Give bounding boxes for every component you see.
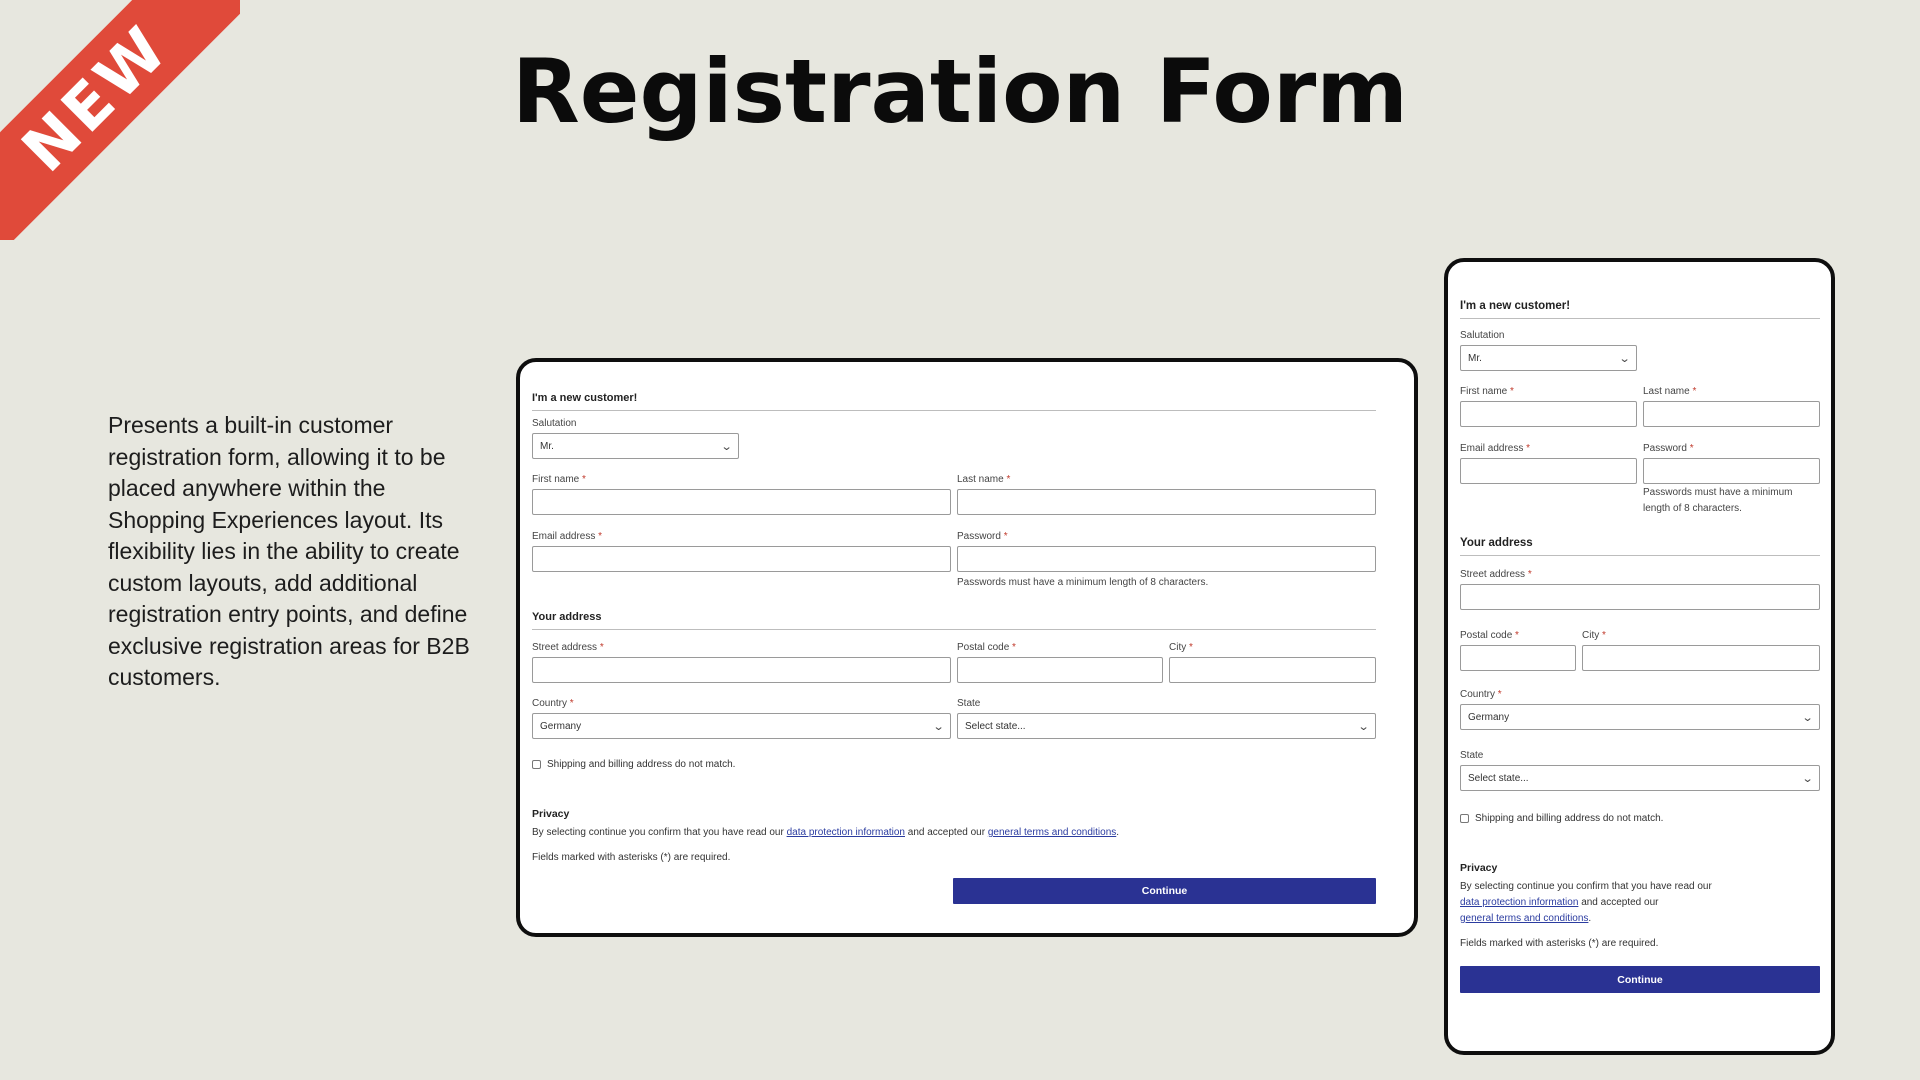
country-select[interactable]: Germany ⌄ — [532, 713, 951, 739]
email-label: Email address * — [1460, 443, 1531, 454]
first-name-input[interactable] — [1460, 401, 1637, 427]
salutation-value: Mr. — [1468, 352, 1482, 364]
street-label: Street address * — [532, 642, 604, 653]
address-heading: Your address — [532, 611, 1376, 630]
state-label: State — [957, 698, 981, 709]
registration-form-desktop: I'm a new customer! Salutation Mr. ⌄ Fir… — [532, 392, 1376, 904]
city-input[interactable] — [1582, 645, 1820, 671]
state-label: State — [1460, 750, 1484, 761]
terms-link[interactable]: general terms and conditions — [1460, 913, 1588, 924]
postal-code-label: Postal code * — [1460, 630, 1519, 641]
state-select[interactable]: Select state... ⌄ — [957, 713, 1376, 739]
chevron-down-icon: ⌄ — [720, 440, 733, 453]
data-protection-link[interactable]: data protection information — [1460, 897, 1578, 908]
privacy-text: By selecting continue you confirm that y… — [1460, 881, 1712, 924]
mobile-preview-frame: I'm a new customer! Salutation Mr. ⌄ Fir… — [1444, 258, 1835, 1055]
salutation-label: Salutation — [532, 418, 577, 429]
password-label: Password * — [1643, 443, 1694, 454]
street-label: Street address * — [1460, 569, 1532, 580]
country-value: Germany — [540, 720, 582, 732]
data-protection-link[interactable]: data protection information — [787, 827, 905, 838]
last-name-input[interactable] — [1643, 401, 1820, 427]
city-label: City * — [1582, 630, 1606, 641]
postal-code-input[interactable] — [957, 657, 1163, 683]
shipping-differs-label: Shipping and billing address do not matc… — [547, 759, 736, 770]
privacy-title: Privacy — [532, 808, 570, 820]
state-select[interactable]: Select state... ⌄ — [1460, 765, 1820, 791]
postal-code-label: Postal code * — [957, 642, 1016, 653]
first-name-label: First name * — [532, 474, 586, 485]
privacy-text: By selecting continue you confirm that y… — [532, 827, 1120, 838]
last-name-label: Last name * — [1643, 386, 1697, 397]
password-hint: Passwords must have a minimum length of … — [1643, 487, 1793, 514]
page-title: Registration Form — [512, 40, 1408, 143]
privacy-title: Privacy — [1460, 862, 1498, 874]
password-input[interactable] — [1643, 458, 1820, 484]
first-name-label: First name * — [1460, 386, 1514, 397]
country-select[interactable]: Germany ⌄ — [1460, 704, 1820, 730]
chevron-down-icon: ⌄ — [1801, 772, 1814, 785]
street-input[interactable] — [1460, 584, 1820, 610]
state-value: Select state... — [1468, 772, 1529, 784]
continue-button[interactable]: Continue — [1460, 966, 1820, 993]
shipping-differs-checkbox[interactable] — [532, 760, 541, 769]
chevron-down-icon: ⌄ — [1801, 711, 1814, 724]
state-value: Select state... — [965, 720, 1026, 732]
password-input[interactable] — [957, 546, 1376, 572]
required-note: Fields marked with asterisks (*) are req… — [1460, 938, 1659, 949]
shipping-differs-option[interactable]: Shipping and billing address do not matc… — [532, 759, 1376, 770]
email-input[interactable] — [532, 546, 951, 572]
chevron-down-icon: ⌄ — [1618, 352, 1631, 365]
continue-button[interactable]: Continue — [953, 878, 1376, 904]
salutation-label: Salutation — [1460, 330, 1505, 341]
form-heading: I'm a new customer! — [1460, 300, 1820, 319]
postal-code-input[interactable] — [1460, 645, 1576, 671]
country-label: Country * — [1460, 689, 1502, 700]
feature-description: Presents a built-in customer registratio… — [108, 412, 470, 690]
chevron-down-icon: ⌄ — [1357, 720, 1370, 733]
address-heading: Your address — [1460, 537, 1820, 556]
country-label: Country * — [532, 698, 574, 709]
country-value: Germany — [1468, 711, 1510, 723]
street-input[interactable] — [532, 657, 951, 683]
salutation-value: Mr. — [540, 440, 554, 452]
registration-form-mobile: I'm a new customer! Salutation Mr. ⌄ Fir… — [1460, 300, 1820, 993]
shipping-differs-checkbox[interactable] — [1460, 814, 1469, 823]
city-input[interactable] — [1169, 657, 1376, 683]
required-note: Fields marked with asterisks (*) are req… — [532, 852, 731, 863]
password-label: Password * — [957, 531, 1008, 542]
email-label: Email address * — [532, 531, 603, 542]
desktop-preview-frame: I'm a new customer! Salutation Mr. ⌄ Fir… — [516, 358, 1418, 937]
last-name-label: Last name * — [957, 474, 1011, 485]
last-name-input[interactable] — [957, 489, 1376, 515]
shipping-differs-option[interactable]: Shipping and billing address do not matc… — [1460, 813, 1820, 824]
salutation-select[interactable]: Mr. ⌄ — [532, 433, 739, 459]
form-heading: I'm a new customer! — [532, 392, 1376, 411]
city-label: City * — [1169, 642, 1193, 653]
chevron-down-icon: ⌄ — [932, 720, 945, 733]
password-hint: Passwords must have a minimum length of … — [957, 577, 1209, 588]
salutation-select[interactable]: Mr. ⌄ — [1460, 345, 1637, 371]
email-input[interactable] — [1460, 458, 1637, 484]
terms-link[interactable]: general terms and conditions — [988, 827, 1116, 838]
first-name-input[interactable] — [532, 489, 951, 515]
shipping-differs-label: Shipping and billing address do not matc… — [1475, 813, 1664, 824]
